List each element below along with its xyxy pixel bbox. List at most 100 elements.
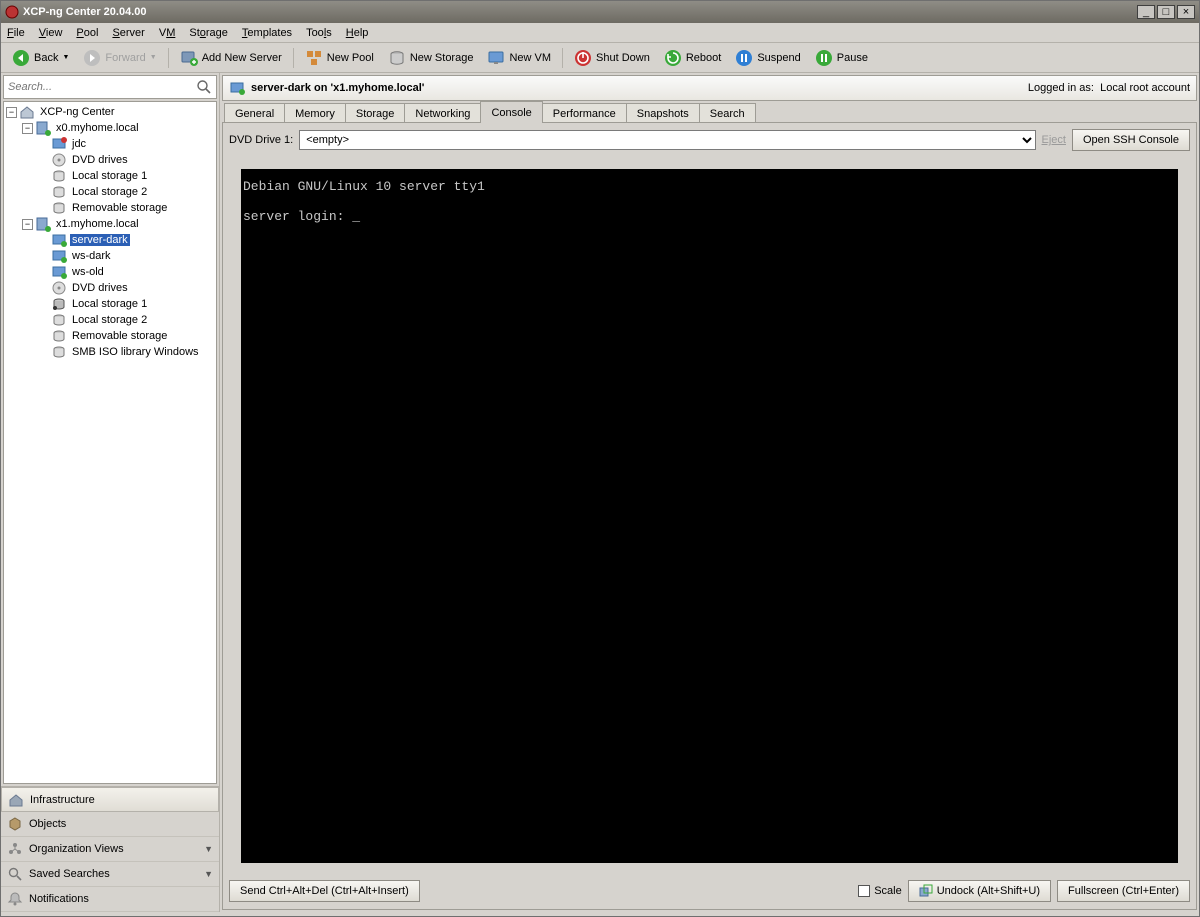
menu-view[interactable]: View xyxy=(39,27,63,39)
new-vm-button[interactable]: New VM xyxy=(480,46,558,70)
add-server-button[interactable]: Add New Server xyxy=(173,46,289,70)
content-header: server-dark on 'x1.myhome.local' Logged … xyxy=(222,75,1197,101)
search-bar[interactable] xyxy=(3,75,217,99)
tree[interactable]: − XCP-ng Center − x0.myhome.local jdc DV… xyxy=(3,101,217,784)
nav-objects[interactable]: Objects xyxy=(1,812,219,837)
tree-label: x1.myhome.local xyxy=(54,218,141,230)
new-vm-label: New VM xyxy=(509,52,551,64)
org-icon xyxy=(7,841,23,857)
tree-vm-selected[interactable]: server-dark xyxy=(4,232,216,248)
nav-saved-searches[interactable]: Saved Searches ▼ xyxy=(1,862,219,887)
tree-storage[interactable]: Local storage 2 xyxy=(4,312,216,328)
checkbox-icon[interactable] xyxy=(858,885,870,897)
dvd-row: DVD Drive 1: <empty> Eject Open SSH Cons… xyxy=(229,129,1190,151)
menu-pool[interactable]: Pool xyxy=(76,27,98,39)
search-icon[interactable] xyxy=(196,79,212,95)
suspend-button[interactable]: Suspend xyxy=(728,46,807,70)
main: − XCP-ng Center − x0.myhome.local jdc DV… xyxy=(1,73,1199,912)
vm-icon xyxy=(51,136,67,152)
tab-console[interactable]: Console xyxy=(480,101,542,123)
maximize-button[interactable]: □ xyxy=(1157,5,1175,19)
console-bottom-bar: Send Ctrl+Alt+Del (Ctrl+Alt+Insert) Scal… xyxy=(229,875,1190,903)
nav-label: Objects xyxy=(29,818,66,830)
close-button[interactable]: × xyxy=(1177,5,1195,19)
tree-storage[interactable]: Local storage 2 xyxy=(4,184,216,200)
tree-storage[interactable]: SMB ISO library Windows xyxy=(4,344,216,360)
login-status: Logged in as: Local root account xyxy=(1028,82,1190,94)
fullscreen-button[interactable]: Fullscreen (Ctrl+Enter) xyxy=(1057,880,1190,902)
tree-storage[interactable]: Local storage 1 xyxy=(4,296,216,312)
undock-button[interactable]: Undock (Alt+Shift+U) xyxy=(908,880,1051,902)
content-title: server-dark on 'x1.myhome.local' xyxy=(251,82,424,94)
tree-host[interactable]: − x1.myhome.local xyxy=(4,216,216,232)
menu-vm[interactable]: VM xyxy=(159,27,176,39)
shutdown-button[interactable]: Shut Down xyxy=(567,46,657,70)
tree-label: Removable storage xyxy=(70,202,169,214)
tree-vm[interactable]: ws-old xyxy=(4,264,216,280)
menu-help[interactable]: Help xyxy=(346,27,369,39)
tree-storage[interactable]: DVD drives xyxy=(4,280,216,296)
menu-file[interactable]: File xyxy=(7,27,25,39)
separator xyxy=(168,48,169,68)
pause-button[interactable]: Pause xyxy=(808,46,875,70)
content-body: DVD Drive 1: <empty> Eject Open SSH Cons… xyxy=(222,123,1197,910)
send-cad-button[interactable]: Send Ctrl+Alt+Del (Ctrl+Alt+Insert) xyxy=(229,880,420,902)
new-pool-icon xyxy=(305,49,323,67)
titlebar: XCP-ng Center 20.04.00 _ □ × xyxy=(1,1,1199,23)
tree-storage[interactable]: Local storage 1 xyxy=(4,168,216,184)
menu-templates[interactable]: Templates xyxy=(242,27,292,39)
tab-networking[interactable]: Networking xyxy=(404,103,481,123)
new-storage-label: New Storage xyxy=(410,52,474,64)
expander-icon[interactable]: − xyxy=(22,219,33,230)
shutdown-label: Shut Down xyxy=(596,52,650,64)
disk-icon xyxy=(51,312,67,328)
tab-search[interactable]: Search xyxy=(699,103,756,123)
menu-server[interactable]: Server xyxy=(112,27,144,39)
console-screen[interactable]: Debian GNU/Linux 10 server tty1 server l… xyxy=(241,169,1178,863)
expander-icon[interactable]: − xyxy=(22,123,33,134)
suspend-icon xyxy=(735,49,753,67)
expander-icon[interactable]: − xyxy=(6,107,17,118)
reboot-button[interactable]: Reboot xyxy=(657,46,728,70)
dvd-select[interactable]: <empty> xyxy=(299,130,1035,150)
reboot-label: Reboot xyxy=(686,52,721,64)
new-storage-icon xyxy=(388,49,406,67)
nav-label: Infrastructure xyxy=(30,794,95,806)
menu-storage[interactable]: Storage xyxy=(189,27,228,39)
nav-label: Notifications xyxy=(29,893,89,905)
tree-vm[interactable]: jdc xyxy=(4,136,216,152)
new-pool-button[interactable]: New Pool xyxy=(298,46,381,70)
vm-running-icon xyxy=(229,80,245,96)
separator xyxy=(562,48,563,68)
tab-memory[interactable]: Memory xyxy=(284,103,346,123)
tree-storage[interactable]: Removable storage xyxy=(4,328,216,344)
back-button[interactable]: Back ▼ xyxy=(5,46,76,70)
tab-snapshots[interactable]: Snapshots xyxy=(626,103,700,123)
tree-label: x0.myhome.local xyxy=(54,122,141,134)
minimize-button[interactable]: _ xyxy=(1137,5,1155,19)
open-ssh-button[interactable]: Open SSH Console xyxy=(1072,129,1190,151)
menu-tools[interactable]: Tools xyxy=(306,27,332,39)
tree-vm[interactable]: ws-dark xyxy=(4,248,216,264)
dvd-icon xyxy=(51,152,67,168)
search-input[interactable] xyxy=(8,81,196,93)
tab-general[interactable]: General xyxy=(224,103,285,123)
scale-checkbox[interactable]: Scale xyxy=(858,885,902,897)
tree-host[interactable]: − x0.myhome.local xyxy=(4,120,216,136)
tree-label: ws-old xyxy=(70,266,106,278)
nav-infrastructure[interactable]: Infrastructure xyxy=(1,787,219,812)
bottom-nav: Infrastructure Objects Organization View… xyxy=(1,786,219,912)
add-server-icon xyxy=(180,49,198,67)
tree-root[interactable]: − XCP-ng Center xyxy=(4,104,216,120)
dropdown-icon: ▼ xyxy=(150,54,157,61)
forward-button[interactable]: Forward ▼ xyxy=(76,46,163,70)
tree-storage[interactable]: Removable storage xyxy=(4,200,216,216)
new-storage-button[interactable]: New Storage xyxy=(381,46,481,70)
tab-performance[interactable]: Performance xyxy=(542,103,627,123)
dvd-label: DVD Drive 1: xyxy=(229,134,293,146)
nav-org-views[interactable]: Organization Views ▼ xyxy=(1,837,219,862)
tab-storage[interactable]: Storage xyxy=(345,103,406,123)
nav-notifications[interactable]: Notifications xyxy=(1,887,219,912)
tree-storage[interactable]: DVD drives xyxy=(4,152,216,168)
app-icon xyxy=(5,5,19,19)
